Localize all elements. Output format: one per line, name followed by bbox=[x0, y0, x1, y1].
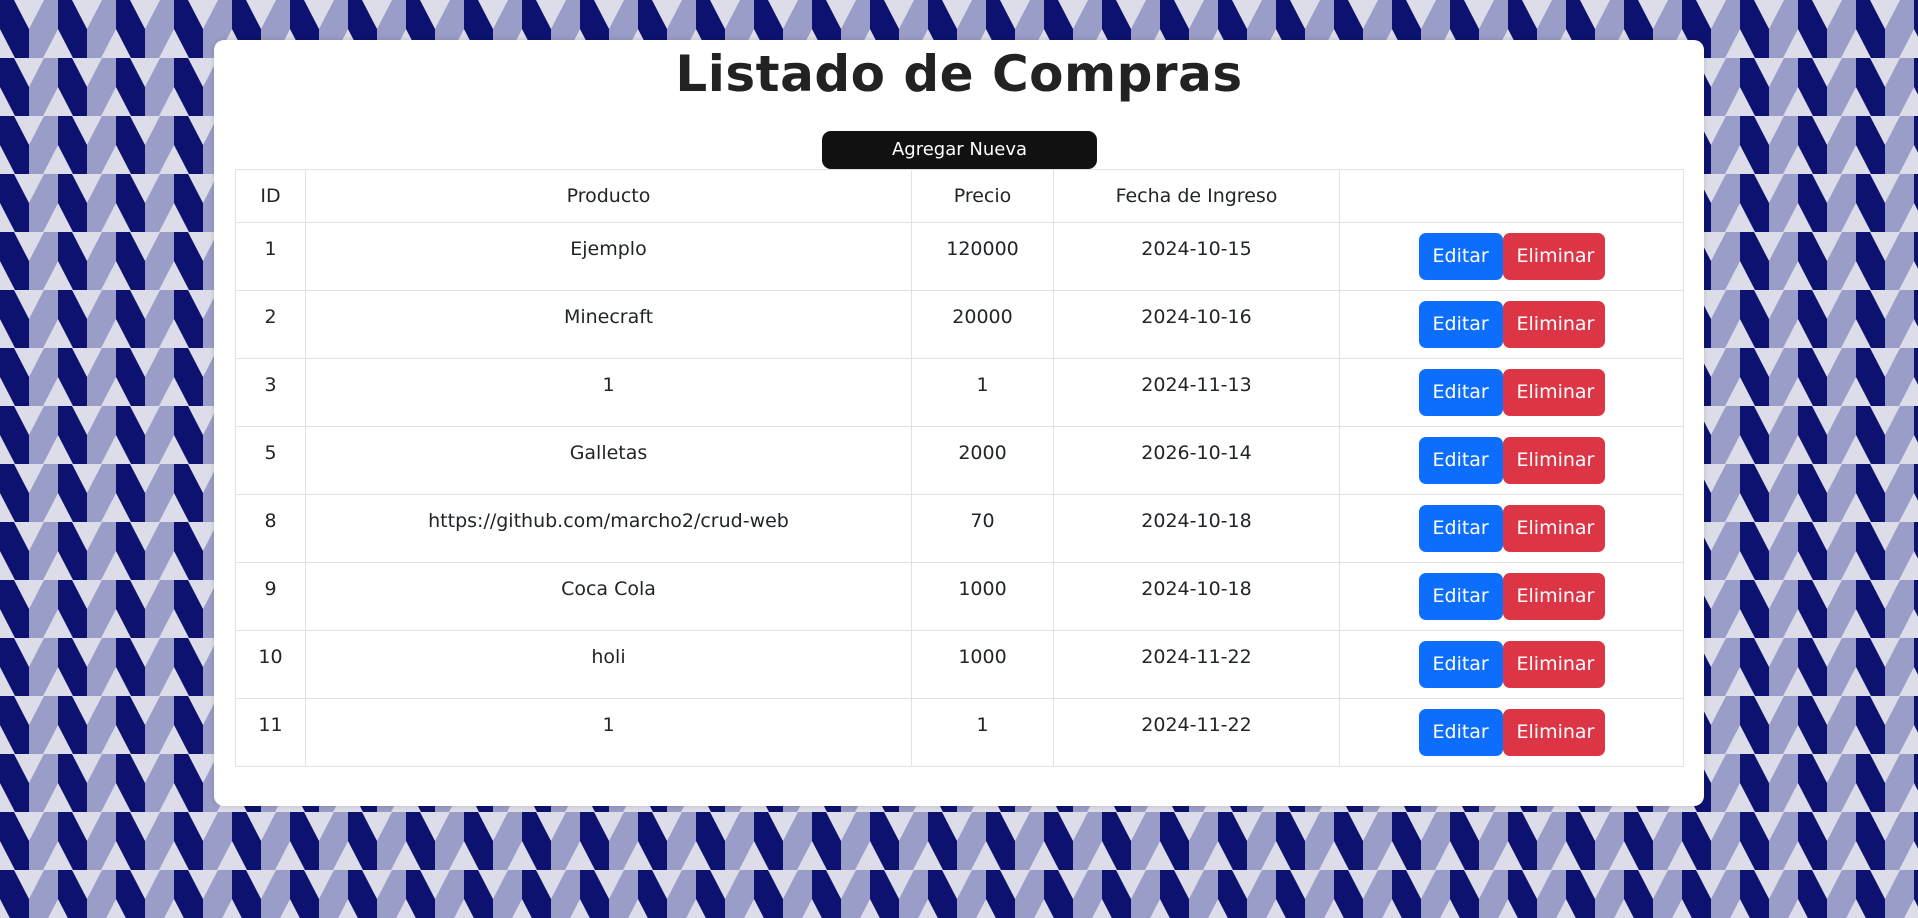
cell-id: 2 bbox=[235, 290, 306, 359]
delete-button[interactable]: Eliminar bbox=[1502, 301, 1605, 348]
table-row: 10 holi 1000 2024-11-22 Editar Eliminar bbox=[235, 630, 1684, 699]
cell-precio: 120000 bbox=[911, 222, 1054, 291]
edit-button[interactable]: Editar bbox=[1418, 233, 1503, 280]
table-row: 5 Galletas 2000 2026-10-14 Editar Elimin… bbox=[235, 426, 1684, 495]
header-precio: Precio bbox=[911, 169, 1054, 223]
add-new-button[interactable]: Agregar Nueva bbox=[822, 131, 1097, 169]
cell-precio: 20000 bbox=[911, 290, 1054, 359]
table-row: 9 Coca Cola 1000 2024-10-18 Editar Elimi… bbox=[235, 562, 1684, 631]
cell-fecha: 2024-11-13 bbox=[1053, 358, 1340, 427]
cell-id: 1 bbox=[235, 222, 306, 291]
cell-producto: 1 bbox=[305, 358, 912, 427]
cell-id: 8 bbox=[235, 494, 306, 563]
delete-button[interactable]: Eliminar bbox=[1502, 641, 1605, 688]
cell-fecha: 2024-10-18 bbox=[1053, 494, 1340, 563]
cell-precio: 1 bbox=[911, 358, 1054, 427]
row-actions: Editar Eliminar bbox=[1340, 427, 1683, 484]
cell-id: 11 bbox=[235, 698, 306, 767]
table-row: 1 Ejemplo 120000 2024-10-15 Editar Elimi… bbox=[235, 222, 1684, 291]
row-actions: Editar Eliminar bbox=[1340, 563, 1683, 620]
main-card: Listado de Compras Agregar Nueva ID Prod… bbox=[214, 40, 1704, 806]
cell-fecha: 2024-10-16 bbox=[1053, 290, 1340, 359]
delete-button[interactable]: Eliminar bbox=[1502, 369, 1605, 416]
cell-id: 10 bbox=[235, 630, 306, 699]
edit-button[interactable]: Editar bbox=[1418, 641, 1503, 688]
cell-precio: 70 bbox=[911, 494, 1054, 563]
table-body: 1 Ejemplo 120000 2024-10-15 Editar Elimi… bbox=[235, 222, 1684, 767]
delete-button[interactable]: Eliminar bbox=[1502, 505, 1605, 552]
cell-producto: https://github.com/marcho2/crud-web bbox=[305, 494, 912, 563]
purchases-table: ID Producto Precio Fecha de Ingreso 1 Ej… bbox=[235, 169, 1684, 767]
cell-fecha: 2026-10-14 bbox=[1053, 426, 1340, 495]
cell-producto: Coca Cola bbox=[305, 562, 912, 631]
cell-actions: Editar Eliminar bbox=[1339, 562, 1684, 631]
delete-button[interactable]: Eliminar bbox=[1502, 233, 1605, 280]
edit-button[interactable]: Editar bbox=[1418, 505, 1503, 552]
delete-button[interactable]: Eliminar bbox=[1502, 709, 1605, 756]
cell-producto: Minecraft bbox=[305, 290, 912, 359]
row-actions: Editar Eliminar bbox=[1340, 631, 1683, 688]
cell-fecha: 2024-10-18 bbox=[1053, 562, 1340, 631]
page-title: Listado de Compras bbox=[675, 45, 1243, 103]
cell-precio: 1 bbox=[911, 698, 1054, 767]
cell-fecha: 2024-11-22 bbox=[1053, 630, 1340, 699]
cell-id: 5 bbox=[235, 426, 306, 495]
cell-id: 9 bbox=[235, 562, 306, 631]
cell-fecha: 2024-11-22 bbox=[1053, 698, 1340, 767]
edit-button[interactable]: Editar bbox=[1418, 301, 1503, 348]
cell-actions: Editar Eliminar bbox=[1339, 290, 1684, 359]
cell-actions: Editar Eliminar bbox=[1339, 494, 1684, 563]
purchases-table-container: ID Producto Precio Fecha de Ingreso 1 Ej… bbox=[235, 169, 1684, 767]
cell-producto: Galletas bbox=[305, 426, 912, 495]
header-id: ID bbox=[235, 169, 306, 223]
header-acciones bbox=[1339, 169, 1684, 223]
row-actions: Editar Eliminar bbox=[1340, 495, 1683, 552]
cell-precio: 1000 bbox=[911, 562, 1054, 631]
cell-producto: holi bbox=[305, 630, 912, 699]
delete-button[interactable]: Eliminar bbox=[1502, 573, 1605, 620]
row-actions: Editar Eliminar bbox=[1340, 359, 1683, 416]
cell-precio: 1000 bbox=[911, 630, 1054, 699]
delete-button[interactable]: Eliminar bbox=[1502, 437, 1605, 484]
cell-actions: Editar Eliminar bbox=[1339, 630, 1684, 699]
cell-actions: Editar Eliminar bbox=[1339, 358, 1684, 427]
cell-id: 3 bbox=[235, 358, 306, 427]
cell-actions: Editar Eliminar bbox=[1339, 222, 1684, 291]
cell-fecha: 2024-10-15 bbox=[1053, 222, 1340, 291]
row-actions: Editar Eliminar bbox=[1340, 223, 1683, 280]
edit-button[interactable]: Editar bbox=[1418, 437, 1503, 484]
table-row: 2 Minecraft 20000 2024-10-16 Editar Elim… bbox=[235, 290, 1684, 359]
table-header-row: ID Producto Precio Fecha de Ingreso bbox=[235, 169, 1684, 223]
edit-button[interactable]: Editar bbox=[1418, 709, 1503, 756]
cell-producto: Ejemplo bbox=[305, 222, 912, 291]
cell-precio: 2000 bbox=[911, 426, 1054, 495]
row-actions: Editar Eliminar bbox=[1340, 699, 1683, 756]
table-row: 8 https://github.com/marcho2/crud-web 70… bbox=[235, 494, 1684, 563]
cell-actions: Editar Eliminar bbox=[1339, 698, 1684, 767]
header-producto: Producto bbox=[305, 169, 912, 223]
table-header: ID Producto Precio Fecha de Ingreso bbox=[235, 169, 1684, 223]
edit-button[interactable]: Editar bbox=[1418, 369, 1503, 416]
header-fecha: Fecha de Ingreso bbox=[1053, 169, 1340, 223]
edit-button[interactable]: Editar bbox=[1418, 573, 1503, 620]
cell-producto: 1 bbox=[305, 698, 912, 767]
table-row: 11 1 1 2024-11-22 Editar Eliminar bbox=[235, 698, 1684, 767]
table-row: 3 1 1 2024-11-13 Editar Eliminar bbox=[235, 358, 1684, 427]
cell-actions: Editar Eliminar bbox=[1339, 426, 1684, 495]
row-actions: Editar Eliminar bbox=[1340, 291, 1683, 348]
